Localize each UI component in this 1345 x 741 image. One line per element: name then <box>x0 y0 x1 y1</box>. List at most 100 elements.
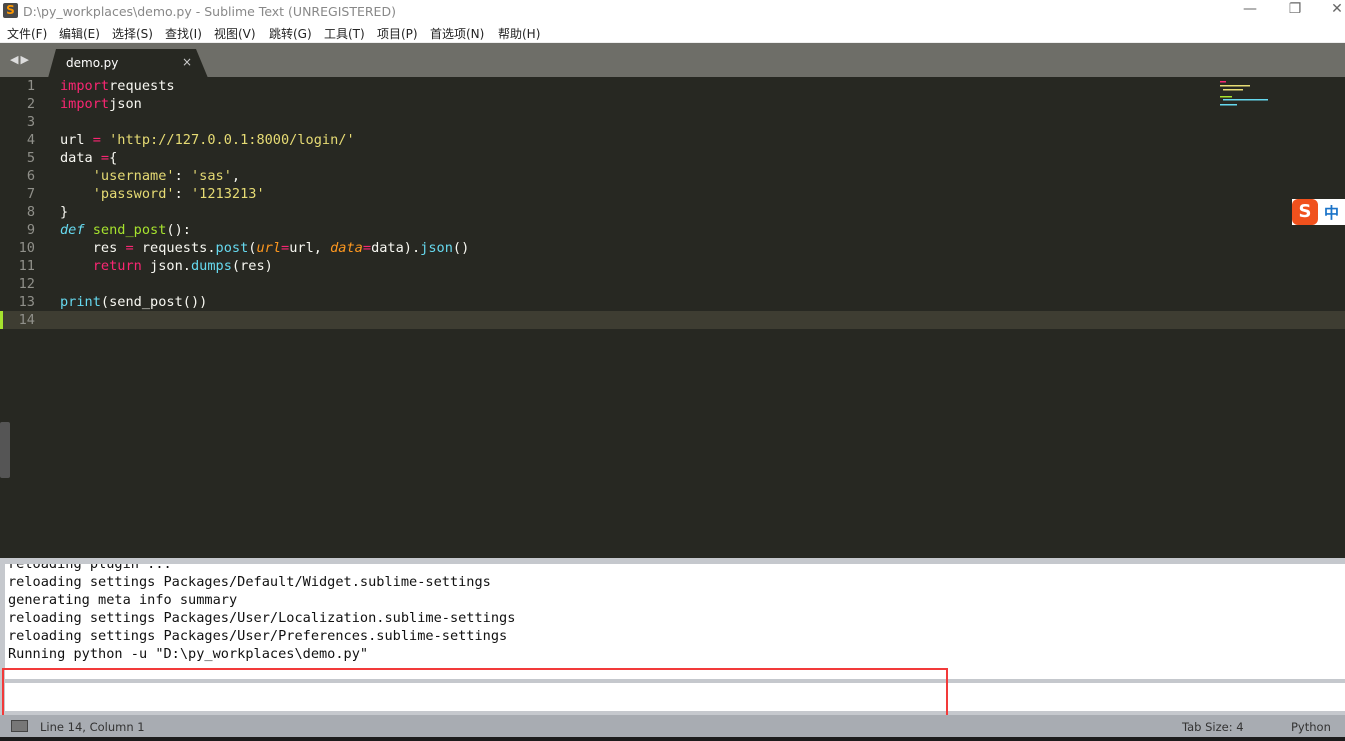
line-number: 13 <box>18 294 35 310</box>
code-token: () <box>452 240 470 256</box>
code-token: 'password' <box>92 186 175 202</box>
status-bar: Line 14, Column 1 Tab Size: 4 Python <box>0 715 1345 737</box>
code-token: data). <box>371 240 421 256</box>
close-button[interactable]: ✕ <box>1322 1 1345 17</box>
code-token: (res) <box>231 258 273 274</box>
ime-mode[interactable]: 中 <box>1324 202 1339 223</box>
line-number: 12 <box>18 276 35 292</box>
code-line[interactable]: } <box>60 203 68 221</box>
sogou-logo-icon: S <box>1292 199 1318 225</box>
line-number: 10 <box>18 240 35 256</box>
code-line[interactable]: url = 'http://127.0.0.1:8000/login/' <box>60 131 355 149</box>
side-handle[interactable] <box>0 422 10 478</box>
code-editor[interactable]: S 中 1 importrequests 2 importjson 3 4 url = 'h… <box>0 77 1345 558</box>
menu-item[interactable]: 首选项(N) <box>430 25 484 42</box>
menu-item[interactable]: 编辑(E) <box>59 25 100 42</box>
code-token: 'username' <box>92 168 175 184</box>
line-number: 11 <box>18 258 35 274</box>
code-token: url <box>256 240 282 256</box>
console-line: Running python -u "D:\py_workplaces\demo… <box>8 646 369 662</box>
ime-indicator[interactable]: S 中 <box>1292 199 1345 225</box>
code-token: res <box>60 240 126 256</box>
code-token: def <box>60 222 85 238</box>
line-number: 4 <box>26 132 35 148</box>
tab-nav-arrows-icon[interactable]: ◀▶ <box>10 53 31 66</box>
code-token: url <box>60 132 93 148</box>
code-token: = <box>92 132 101 148</box>
code-token: = <box>281 240 290 256</box>
console-line: reloading settings Packages/Default/Widg… <box>8 574 491 590</box>
menu-item[interactable]: 帮助(H) <box>498 25 540 42</box>
tab-bar: ◀▶ demo.py × <box>0 42 1345 78</box>
code-line[interactable]: print(send_post()) <box>60 293 207 311</box>
code-token: 'sas' <box>190 168 232 184</box>
cursor-position[interactable]: Line 14, Column 1 <box>40 720 145 734</box>
restore-button[interactable]: ❐ <box>1280 1 1310 17</box>
menu-item[interactable]: 选择(S) <box>112 25 153 42</box>
window-title: D:\py_workplaces\demo.py - Sublime Text … <box>23 4 396 19</box>
menu-item[interactable]: 工具(T) <box>324 25 365 42</box>
code-token: data <box>60 150 101 166</box>
console-output: reloading plugin ... reloading settings P… <box>5 564 1345 679</box>
code-line[interactable]: def send_post(): <box>60 221 191 239</box>
code-token: url, <box>289 240 331 256</box>
code-token: = <box>125 240 134 256</box>
line-number: 7 <box>26 186 35 202</box>
code-line[interactable]: importrequests <box>60 77 175 95</box>
menu-bar: 文件(F) 编辑(E) 选择(S) 查找(I) 视图(V) 跳转(G) 工具(T) 项目(P)… <box>0 22 1345 42</box>
code-line[interactable]: data ={ <box>60 149 117 167</box>
code-token: = <box>362 240 372 256</box>
console-line: reloading plugin ... <box>8 564 172 572</box>
line-number: 9 <box>26 222 35 238</box>
tab-demo-py[interactable]: demo.py × <box>48 49 208 78</box>
line-number: 5 <box>26 150 35 166</box>
code-token: requests <box>109 78 175 94</box>
minimap[interactable] <box>1220 80 1280 110</box>
code-token: import <box>60 96 110 112</box>
minimize-button[interactable]: — <box>1235 1 1265 17</box>
console-line: reloading settings Packages/User/Prefere… <box>8 628 508 644</box>
code-line[interactable]: return json.dumps(res) <box>60 257 273 275</box>
menu-item[interactable]: 跳转(G) <box>269 25 312 42</box>
line-number: 6 <box>26 168 35 184</box>
code-token: dumps <box>190 258 232 274</box>
menu-item[interactable]: 文件(F) <box>7 25 47 42</box>
menu-item[interactable]: 项目(P) <box>377 25 418 42</box>
line-number: 14 <box>0 311 55 329</box>
code-token: data <box>330 240 363 256</box>
line-number: 2 <box>26 96 35 112</box>
code-line[interactable]: 'username': 'sas', <box>60 167 240 185</box>
code-token: return <box>92 258 142 274</box>
panel-toggle-icon[interactable] <box>11 720 28 732</box>
code-line[interactable]: 'password': '1213213' <box>60 185 265 203</box>
console-input[interactable] <box>5 683 1345 711</box>
console-line: reloading settings Packages/User/Localiz… <box>8 610 516 626</box>
code-token: '1213213' <box>190 186 265 202</box>
tab-close-icon[interactable]: × <box>182 55 192 69</box>
code-token: (): <box>166 222 191 238</box>
code-token: json. <box>141 258 191 274</box>
code-token: = <box>100 150 110 166</box>
code-token: print <box>60 294 101 310</box>
current-line-highlight <box>55 311 1345 329</box>
code-token: json <box>109 96 142 112</box>
code-token: send_post <box>92 222 167 238</box>
line-number: 1 <box>26 78 35 94</box>
code-token: json <box>420 240 453 256</box>
menu-item[interactable]: 视图(V) <box>214 25 256 42</box>
tab-label: demo.py <box>66 56 119 70</box>
code-token: (send_post()) <box>100 294 208 310</box>
menu-item[interactable]: 查找(I) <box>165 25 202 42</box>
syntax[interactable]: Python <box>1291 720 1331 734</box>
code-token: requests. <box>133 240 216 256</box>
code-token: , <box>231 168 241 184</box>
line-number: 3 <box>26 114 35 130</box>
code-line[interactable]: res = requests.post(url=url, data=data).… <box>60 239 470 257</box>
tab-size[interactable]: Tab Size: 4 <box>1182 720 1244 734</box>
code-token: } <box>60 204 69 220</box>
code-line[interactable]: importjson <box>60 95 142 113</box>
